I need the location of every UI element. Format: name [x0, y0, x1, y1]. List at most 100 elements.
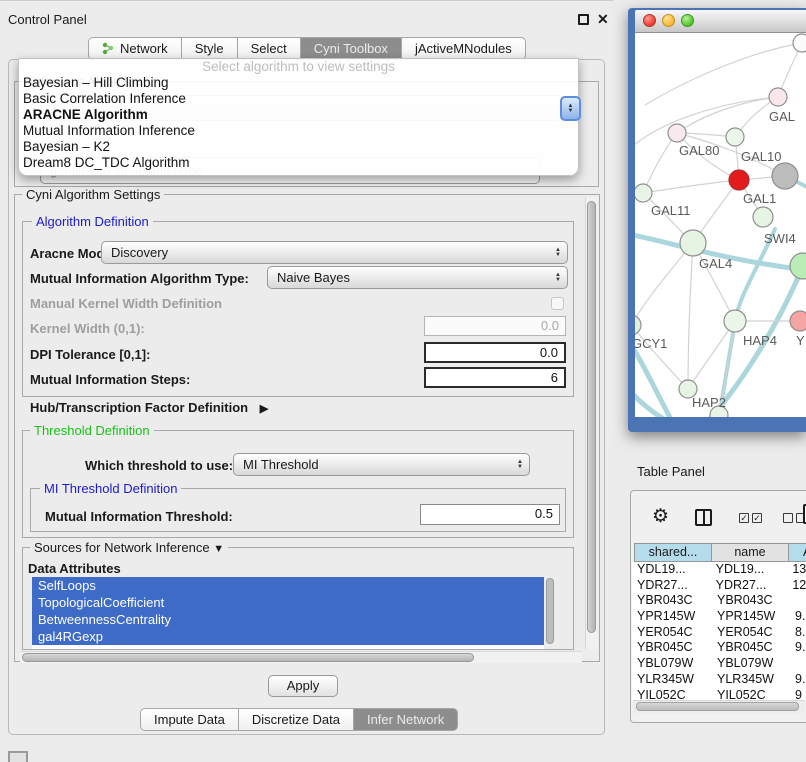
mi-threshold-label: Mutual Information Threshold:: [45, 509, 233, 524]
network-tab-icon: [102, 42, 115, 55]
dropdown-item-bayesian-hill-climbing[interactable]: Bayesian – Hill Climbing: [19, 75, 578, 91]
control-panel-title: Control Panel: [8, 12, 87, 27]
node-label: GAL: [769, 109, 795, 124]
tab-style[interactable]: Style: [181, 37, 238, 60]
float-window-icon[interactable]: [578, 14, 589, 25]
table-row[interactable]: YBL079WYBL079W: [632, 656, 806, 672]
manual-kernel-width-checkbox[interactable]: [551, 297, 564, 310]
algorithm-definition-title: Algorithm Definition: [32, 214, 153, 229]
mi-steps-input[interactable]: 6: [424, 367, 566, 388]
list-item-topologicalcoefficient[interactable]: TopologicalCoefficient: [32, 594, 544, 611]
node-gal10[interactable]: [726, 128, 744, 146]
node-salmon[interactable]: [790, 311, 806, 331]
tab-cyni-toolbox[interactable]: Cyni Toolbox: [300, 37, 402, 60]
settings-horizontal-scrollbar-thumb[interactable]: [22, 653, 474, 662]
node-swi4[interactable]: [790, 253, 806, 279]
columns-icon[interactable]: [695, 509, 712, 526]
table-horizontal-scrollbar-thumb[interactable]: [636, 702, 799, 711]
node-gal80[interactable]: [668, 124, 686, 142]
column-header-partial[interactable]: A: [788, 543, 806, 562]
settings-vertical-scrollbar-thumb[interactable]: [587, 201, 596, 633]
dropdown-item-bayesian-k2[interactable]: Bayesian – K2: [19, 139, 578, 155]
spinner-arrows-icon: ▲▼: [555, 273, 561, 283]
close-traffic-light[interactable]: [643, 14, 656, 27]
node-hap4[interactable]: [724, 310, 746, 332]
table-row[interactable]: YLR345WYLR345W9.: [632, 672, 806, 688]
network-graph: GAL GAL80 GAL10 GAL1 GAL11 SWI4 GAL4 GCY…: [635, 33, 806, 417]
column-header-name[interactable]: name: [711, 543, 789, 562]
combobox-spinner-button[interactable]: ▲ ▼: [560, 96, 581, 121]
node-gal4[interactable]: [680, 230, 706, 256]
table-header: shared... name A: [634, 543, 806, 562]
which-threshold-label: Which threshold to use:: [85, 458, 233, 473]
data-attributes-list: SelfLoops TopologicalCoefficient Between…: [32, 577, 556, 649]
kernel-width-input[interactable]: 0.0: [424, 316, 566, 336]
network-window-titlebar[interactable]: [635, 10, 806, 33]
which-threshold-combobox[interactable]: MI Threshold ▲▼: [233, 453, 530, 476]
bottom-tabs: Impute Data Discretize Data Infer Networ…: [140, 708, 458, 731]
tab-select[interactable]: Select: [237, 37, 301, 60]
close-icon[interactable]: ✕: [597, 11, 609, 28]
table-body: YDL19...YDL19...13 YDR27...YDR27...12 YB…: [632, 562, 806, 701]
expander-right-icon: ▶: [260, 403, 268, 415]
table-row[interactable]: YDR27...YDR27...12: [632, 578, 806, 594]
dropdown-item-dream8[interactable]: Dream8 DC_TDC Algorithm: [19, 155, 578, 171]
mi-algorithm-type-combobox[interactable]: Naive Bayes ▲▼: [267, 266, 568, 289]
node-gal11[interactable]: [635, 184, 652, 202]
list-item-gal4rgexp[interactable]: gal4RGexp: [32, 628, 544, 645]
node-label: GAL10: [741, 149, 781, 164]
network-canvas[interactable]: GAL GAL80 GAL10 GAL1 GAL11 SWI4 GAL4 GCY…: [635, 33, 806, 417]
dropdown-prompt: Select algorithm to view settings: [19, 59, 578, 75]
gear-icon[interactable]: ⚙: [652, 505, 669, 528]
list-item-selfloops[interactable]: SelfLoops: [32, 577, 544, 594]
column-header-shared-name[interactable]: shared...: [634, 543, 712, 562]
table-row[interactable]: YIL052CYIL052C9: [632, 688, 806, 702]
node-gcy1[interactable]: [635, 315, 641, 335]
table-row[interactable]: YER054CYER054C8.: [632, 625, 806, 641]
table-row[interactable]: YBR045CYBR045C9.: [632, 640, 806, 656]
node-label: GAL80: [679, 143, 719, 158]
algorithm-dropdown-popup: Select algorithm to view settings Bayesi…: [18, 58, 579, 176]
node-gray[interactable]: [772, 163, 798, 189]
spinner-arrows-icon: ▲▼: [555, 248, 561, 258]
select-all-columns-icon[interactable]: ✓ ✓: [739, 513, 762, 523]
node-label: GAL11: [651, 203, 691, 218]
node-selected-red[interactable]: [729, 170, 749, 190]
dropdown-item-aracne[interactable]: ARACNE Algorithm: [19, 107, 578, 123]
tab-infer-network[interactable]: Infer Network: [353, 708, 458, 731]
table-row[interactable]: YBR043CYBR043C: [632, 593, 806, 609]
minimize-traffic-light[interactable]: [662, 14, 675, 27]
spinner-arrows-icon: ▲▼: [517, 460, 523, 470]
data-attributes-label: Data Attributes: [28, 561, 121, 576]
table-row[interactable]: YPR145WYPR145W9.: [632, 609, 806, 625]
dropdown-item-mutual-information[interactable]: Mutual Information Inference: [19, 123, 578, 139]
cyni-algorithm-settings-title: Cyni Algorithm Settings: [22, 187, 164, 202]
sources-group-title[interactable]: Sources for Network Inference ▼: [30, 540, 228, 555]
tab-jactivemnodules[interactable]: jActiveMNodules: [401, 37, 526, 60]
apply-button[interactable]: Apply: [268, 675, 338, 697]
control-panel-tabs: Network Style Select Cyni Toolbox jActiv…: [88, 37, 526, 60]
tab-impute-data[interactable]: Impute Data: [140, 708, 239, 731]
expander-down-icon: ▼: [213, 543, 224, 555]
aracne-mode-combobox[interactable]: Discovery ▲▼: [101, 241, 568, 264]
dpi-tolerance-input[interactable]: 0.0: [424, 342, 566, 363]
table-row[interactable]: YDL19...YDL19...13: [632, 562, 806, 578]
node-gal7[interactable]: [769, 88, 787, 106]
zoom-traffic-light[interactable]: [681, 14, 694, 27]
dropdown-item-basic-correlation[interactable]: Basic Correlation Inference: [19, 91, 578, 107]
mi-steps-label: Mutual Information Steps:: [30, 372, 190, 387]
list-scrollbar-thumb[interactable]: [546, 578, 554, 644]
tab-discretize-data[interactable]: Discretize Data: [238, 708, 354, 731]
node-label: GCY1: [635, 336, 667, 351]
hub-expander[interactable]: Hub/Transcription Factor Definition ▶: [30, 400, 268, 415]
node-unlabeled-top[interactable]: [793, 34, 806, 52]
mi-threshold-input[interactable]: 0.5: [420, 504, 560, 525]
control-panel-window: Control Panel ✕ Inference Algorithm gal-…: [0, 0, 613, 736]
list-item-betweennesscentrality[interactable]: BetweennessCentrality: [32, 611, 544, 628]
bottom-left-widget-icon[interactable]: [8, 751, 28, 762]
tab-network[interactable]: Network: [88, 37, 182, 60]
node-gal1[interactable]: [753, 207, 773, 227]
node-label: GAL4: [699, 256, 732, 271]
manual-kernel-width-label: Manual Kernel Width Definition: [30, 296, 222, 311]
list-scrollbar[interactable]: [544, 577, 556, 649]
